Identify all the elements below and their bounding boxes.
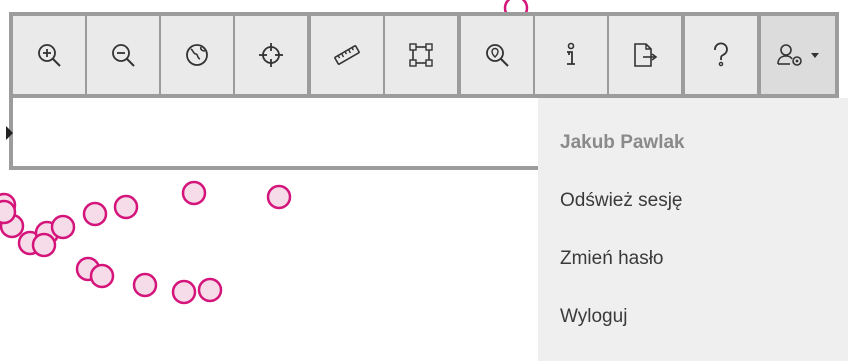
zoom-in-button[interactable] [13, 16, 85, 94]
map-marker[interactable] [181, 180, 207, 206]
map-marker[interactable] [50, 214, 76, 240]
user-settings-icon [777, 44, 819, 66]
export-icon [634, 43, 658, 67]
measure-button[interactable] [311, 16, 383, 94]
user-dropdown-menu: Jakub Pawlak Odśwież sesję Zmień hasło W… [538, 98, 848, 361]
change-password-menu-item[interactable]: Zmień hasło [538, 230, 848, 288]
map-toolbar [9, 12, 839, 98]
map-marker[interactable] [266, 184, 292, 210]
zoom-in-icon [38, 44, 61, 67]
info-button[interactable] [535, 16, 607, 94]
search-box [13, 98, 565, 166]
user-name-label: Jakub Pawlak [560, 132, 685, 153]
map-marker[interactable] [82, 201, 108, 227]
ruler-icon [334, 45, 360, 65]
map-marker[interactable] [197, 277, 223, 303]
help-icon [714, 42, 728, 67]
panel-expand-arrow-icon[interactable] [6, 126, 13, 140]
map-marker[interactable] [132, 272, 158, 298]
zoom-out-icon [112, 44, 135, 67]
globe-icon [186, 44, 208, 66]
map-marker[interactable] [113, 194, 139, 220]
search-location-button[interactable] [461, 16, 533, 94]
area-select-button[interactable] [385, 16, 457, 94]
user-tools-group [761, 16, 835, 94]
map-marker[interactable] [0, 199, 17, 225]
search-location-icon [486, 44, 509, 67]
help-button[interactable] [685, 16, 757, 94]
map-marker[interactable] [171, 279, 197, 305]
area-select-icon [409, 43, 433, 67]
query-tools-group [461, 16, 681, 94]
help-tools-group [685, 16, 757, 94]
caret-down-icon [811, 53, 819, 58]
info-icon [567, 42, 575, 65]
crosshair-icon [259, 43, 283, 67]
locate-button[interactable] [235, 16, 307, 94]
map-marker[interactable] [89, 263, 115, 289]
search-input[interactable] [13, 98, 565, 166]
logout-menu-item[interactable]: Wyloguj [538, 288, 848, 346]
export-button[interactable] [609, 16, 681, 94]
full-extent-button[interactable] [161, 16, 233, 94]
user-menu-button[interactable] [761, 16, 835, 94]
navigation-tools-group [13, 16, 307, 94]
map-marker[interactable] [31, 232, 57, 258]
refresh-session-menu-item[interactable]: Odśwież sesję [538, 172, 848, 230]
search-panel [9, 98, 569, 170]
zoom-out-button[interactable] [87, 16, 159, 94]
measure-tools-group [311, 16, 457, 94]
